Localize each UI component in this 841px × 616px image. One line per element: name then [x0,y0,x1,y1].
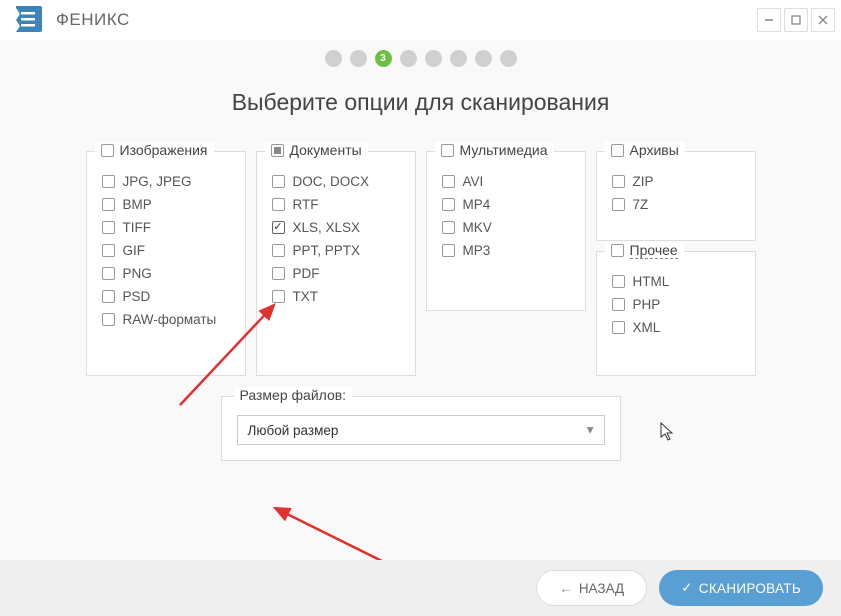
checkbox-mp3[interactable] [442,244,455,257]
checkbox-php[interactable] [612,298,625,311]
checkbox-archives-all[interactable] [611,144,624,157]
step-8[interactable] [500,50,517,67]
option-txt[interactable]: TXT [272,289,400,304]
option-doc[interactable]: DOC, DOCX [272,174,400,189]
step-6[interactable] [450,50,467,67]
checkbox-multimedia-all[interactable] [441,144,454,157]
checkbox-html[interactable] [612,275,625,288]
group-archives: Архивы ZIP 7Z [596,151,756,241]
checkbox-7z[interactable] [612,198,625,211]
option-7z[interactable]: 7Z [612,197,740,212]
option-gif[interactable]: GIF [102,243,230,258]
option-jpg[interactable]: JPG, JPEG [102,174,230,189]
title-bar: ФЕНИКС [0,0,841,40]
checkbox-xml[interactable] [612,321,625,334]
option-raw[interactable]: RAW-форматы [102,312,230,327]
file-size-legend: Размер файлов: [234,387,353,403]
file-size-selected: Любой размер [248,423,339,438]
option-tiff[interactable]: TIFF [102,220,230,235]
checkbox-mkv[interactable] [442,221,455,234]
arrow-left-icon: ← [559,581,573,596]
step-7[interactable] [475,50,492,67]
content-area: 3 Выберите опции для сканирования Изобра… [0,40,841,560]
option-html[interactable]: HTML [612,274,740,289]
option-mkv[interactable]: MKV [442,220,570,235]
file-size-group: Размер файлов: Любой размер ▾ [221,396,621,461]
checkbox-psd[interactable] [102,290,115,303]
checkbox-raw[interactable] [102,313,115,326]
option-png[interactable]: PNG [102,266,230,281]
option-xls[interactable]: XLS, XLSX [272,220,400,235]
step-2[interactable] [350,50,367,67]
file-size-select[interactable]: Любой размер ▾ [237,415,605,445]
back-button[interactable]: ← НАЗАД [536,570,647,606]
group-other: Прочее HTML PHP XML [596,251,756,376]
options-groups: Изображения JPG, JPEG BMP TIFF GIF PNG P… [0,151,841,376]
option-pdf[interactable]: PDF [272,266,400,281]
option-zip[interactable]: ZIP [612,174,740,189]
footer-bar: ← НАЗАД ✓ СКАНИРОВАТЬ [0,560,841,616]
group-documents-title: Документы [290,142,362,158]
app-title: ФЕНИКС [56,10,130,30]
group-documents: Документы DOC, DOCX RTF XLS, XLSX PPT, P… [256,151,416,376]
checkbox-mp4[interactable] [442,198,455,211]
checkbox-bmp[interactable] [102,198,115,211]
scan-button-label: СКАНИРОВАТЬ [699,581,801,596]
step-1[interactable] [325,50,342,67]
group-archives-title: Архивы [630,142,679,158]
checkbox-doc[interactable] [272,175,285,188]
scan-button[interactable]: ✓ СКАНИРОВАТЬ [659,570,823,606]
checkbox-avi[interactable] [442,175,455,188]
checkbox-pdf[interactable] [272,267,285,280]
checkbox-documents-all[interactable] [271,144,284,157]
checkbox-tiff[interactable] [102,221,115,234]
checkbox-images-all[interactable] [101,144,114,157]
option-mp4[interactable]: MP4 [442,197,570,212]
close-button[interactable] [811,8,835,32]
chevron-down-icon: ▾ [587,422,594,438]
option-bmp[interactable]: BMP [102,197,230,212]
group-multimedia-title: Мультимедиа [460,142,548,158]
checkbox-xls[interactable] [272,221,285,234]
group-other-title: Прочее [630,242,678,259]
app-logo-icon [10,2,46,38]
group-images-title: Изображения [120,142,208,158]
option-avi[interactable]: AVI [442,174,570,189]
group-images: Изображения JPG, JPEG BMP TIFF GIF PNG P… [86,151,246,376]
checkbox-ppt[interactable] [272,244,285,257]
mouse-cursor-icon [660,422,676,442]
group-multimedia: Мультимедиа AVI MP4 MKV MP3 [426,151,586,311]
step-4[interactable] [400,50,417,67]
checkbox-txt[interactable] [272,290,285,303]
checkbox-rtf[interactable] [272,198,285,211]
minimize-button[interactable] [757,8,781,32]
option-xml[interactable]: XML [612,320,740,335]
checkbox-png[interactable] [102,267,115,280]
maximize-button[interactable] [784,8,808,32]
step-5[interactable] [425,50,442,67]
option-psd[interactable]: PSD [102,289,230,304]
option-rtf[interactable]: RTF [272,197,400,212]
stepper: 3 [0,50,841,67]
page-title: Выберите опции для сканирования [0,89,841,116]
option-ppt[interactable]: PPT, PPTX [272,243,400,258]
step-3-active[interactable]: 3 [375,50,392,67]
check-icon: ✓ [681,580,693,596]
back-button-label: НАЗАД [579,581,624,596]
checkbox-zip[interactable] [612,175,625,188]
checkbox-other-all[interactable] [611,244,624,257]
checkbox-jpg[interactable] [102,175,115,188]
option-mp3[interactable]: MP3 [442,243,570,258]
option-php[interactable]: PHP [612,297,740,312]
checkbox-gif[interactable] [102,244,115,257]
